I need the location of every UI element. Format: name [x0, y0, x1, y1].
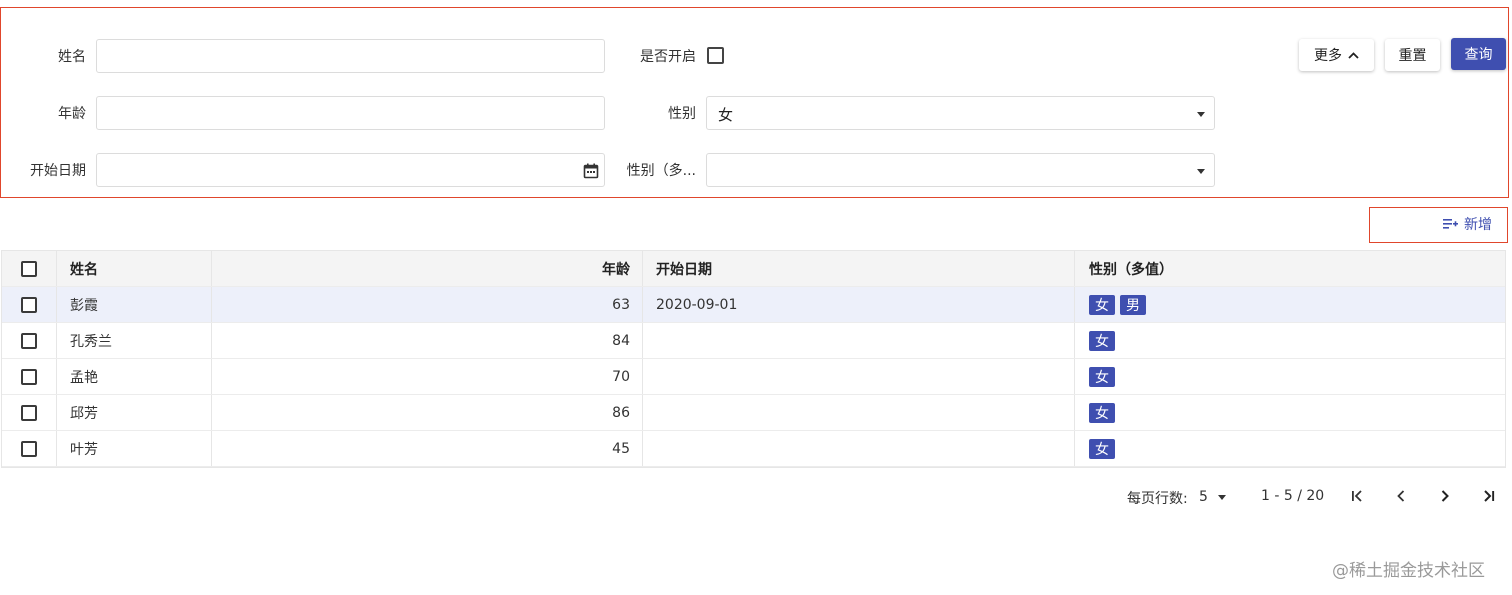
chevron-up-icon: [1348, 51, 1359, 59]
row-checkbox[interactable]: [21, 332, 37, 349]
next-page-icon[interactable]: [1438, 489, 1452, 503]
dropdown-arrow-icon: [1217, 494, 1226, 500]
enabled-checkbox[interactable]: [707, 47, 724, 64]
row-checkbox[interactable]: [21, 296, 37, 313]
row-select-cell: [2, 287, 57, 322]
start-date-cell: [643, 395, 1075, 430]
previous-page-icon[interactable]: [1394, 489, 1408, 503]
watermark: @稀土掘金技术社区: [1332, 561, 1485, 581]
start-date-cell: [643, 323, 1075, 358]
add-button[interactable]: 新增: [1443, 214, 1492, 234]
age-cell: 45: [212, 431, 643, 466]
select-all-checkbox[interactable]: [21, 260, 37, 277]
column-header-gender[interactable]: 性别（多值）: [1075, 251, 1505, 286]
gender-multi-label: 性别（多...: [626, 163, 696, 179]
name-cell: 彭霞: [57, 287, 212, 322]
gender-cell: 女: [1075, 395, 1505, 430]
gender-cell: 女: [1075, 431, 1505, 466]
column-header-name[interactable]: 姓名: [57, 251, 212, 286]
page-range: 1 - 5 / 20: [1261, 488, 1325, 504]
playlist-add-icon: [1443, 219, 1458, 229]
row-select-cell: [2, 323, 57, 358]
table-row[interactable]: 叶芳 45 女: [2, 431, 1505, 467]
gender-tag: 男: [1120, 294, 1146, 315]
rows-per-page-value: 5: [1199, 489, 1208, 505]
age-input[interactable]: [96, 96, 605, 130]
gender-multi-select[interactable]: [706, 153, 1215, 187]
calendar-icon[interactable]: [583, 163, 599, 179]
dropdown-arrow-icon: [1197, 112, 1205, 117]
select-all-cell: [2, 251, 57, 286]
gender-tag: 女: [1089, 330, 1115, 351]
gender-label: 性别: [668, 106, 696, 122]
row-select-cell: [2, 395, 57, 430]
enabled-label: 是否开启: [640, 49, 696, 65]
gender-tag: 女: [1089, 294, 1115, 315]
gender-tag: 女: [1089, 402, 1115, 423]
query-button[interactable]: 查询: [1451, 38, 1506, 70]
name-cell: 孔秀兰: [57, 323, 212, 358]
start-date-cell: [643, 359, 1075, 394]
table-header: 姓名 年龄 开始日期 性别（多值）: [2, 251, 1505, 287]
row-checkbox[interactable]: [21, 404, 37, 421]
name-label: 姓名: [58, 49, 86, 65]
rows-per-page-label: 每页行数:: [1127, 491, 1188, 507]
row-select-cell: [2, 359, 57, 394]
age-cell: 63: [212, 287, 643, 322]
table-row[interactable]: 邱芳 86 女: [2, 395, 1505, 431]
table-row[interactable]: 孔秀兰 84 女: [2, 323, 1505, 359]
data-table: 姓名 年龄 开始日期 性别（多值） 彭霞 63 2020-09-01 女 男 孔…: [1, 250, 1506, 468]
gender-select-value: 女: [718, 106, 734, 124]
row-checkbox[interactable]: [21, 368, 37, 385]
age-cell: 86: [212, 395, 643, 430]
rows-per-page-select[interactable]: 5: [1199, 486, 1233, 508]
reset-button[interactable]: 重置: [1385, 39, 1440, 71]
table-row[interactable]: 孟艳 70 女: [2, 359, 1505, 395]
row-select-cell: [2, 431, 57, 466]
row-checkbox[interactable]: [21, 440, 37, 457]
name-cell: 邱芳: [57, 395, 212, 430]
age-label: 年龄: [58, 106, 86, 122]
start-date-cell: [643, 431, 1075, 466]
name-input[interactable]: [96, 39, 605, 73]
gender-cell: 女 男: [1075, 287, 1505, 322]
start-date-input[interactable]: [96, 153, 605, 187]
gender-cell: 女: [1075, 323, 1505, 358]
column-header-age[interactable]: 年龄: [212, 251, 643, 286]
gender-select[interactable]: 女: [706, 96, 1215, 130]
more-button-label: 更多: [1314, 48, 1342, 64]
last-page-icon[interactable]: [1482, 489, 1496, 503]
start-date-cell: 2020-09-01: [643, 287, 1075, 322]
more-button[interactable]: 更多: [1299, 39, 1374, 71]
gender-tag: 女: [1089, 366, 1115, 387]
column-header-start-date[interactable]: 开始日期: [643, 251, 1075, 286]
name-cell: 孟艳: [57, 359, 212, 394]
add-button-label: 新增: [1464, 217, 1492, 233]
first-page-icon[interactable]: [1350, 489, 1364, 503]
start-date-label: 开始日期: [30, 163, 86, 179]
age-cell: 84: [212, 323, 643, 358]
age-cell: 70: [212, 359, 643, 394]
gender-tag: 女: [1089, 438, 1115, 459]
table-row[interactable]: 彭霞 63 2020-09-01 女 男: [2, 287, 1505, 323]
name-cell: 叶芳: [57, 431, 212, 466]
dropdown-arrow-icon: [1197, 169, 1205, 174]
gender-cell: 女: [1075, 359, 1505, 394]
